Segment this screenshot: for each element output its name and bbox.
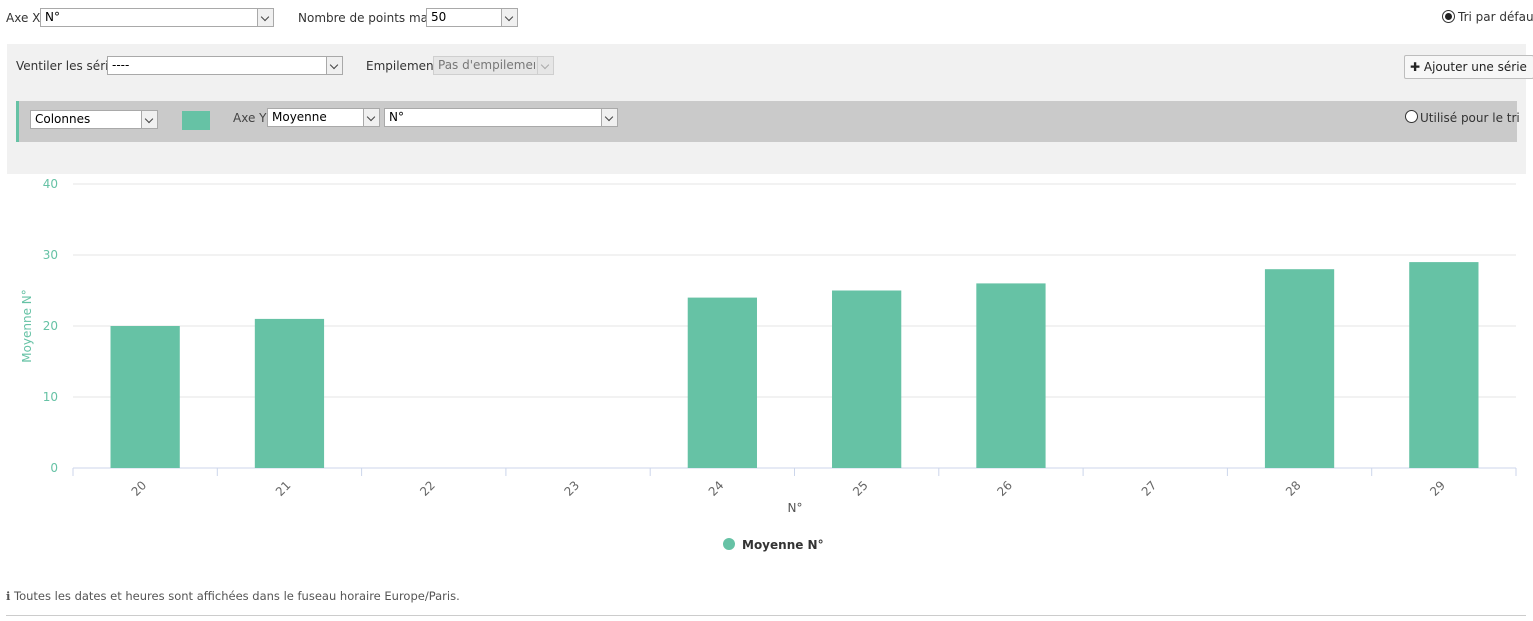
y-tick-label: 20 (43, 319, 58, 333)
x-tick-label: 26 (994, 478, 1015, 499)
bar[interactable] (110, 326, 180, 468)
plus-icon: ✚ (1410, 60, 1421, 74)
bar[interactable] (832, 290, 902, 469)
y-tick-label: 40 (43, 177, 58, 191)
chevron-down-icon (601, 109, 617, 126)
y-tick-label: 0 (50, 461, 58, 475)
aggregate-value: Moyenne (272, 110, 327, 124)
chevron-down-icon (537, 57, 553, 74)
sort-label: Utilisé pour le tri (1420, 111, 1520, 125)
x-axis-title: N° (788, 501, 803, 515)
stacking-label: Empilement (366, 59, 439, 73)
x-tick-label: 22 (417, 478, 438, 499)
split-series-value: ---- (112, 58, 130, 72)
bar-chart: 0 10 20 30 40 20 21 22 23 24 25 26 27 28 29 Moyenne N… (20, 177, 1517, 552)
default-sort-label: Tri par défaut (1458, 10, 1533, 24)
legend-marker[interactable] (723, 538, 735, 550)
divider (6, 615, 1526, 616)
x-tick-label: 28 (1283, 478, 1304, 499)
x-tick-label: 29 (1427, 478, 1448, 499)
axe-x-value: N° (45, 10, 60, 24)
y-tick-label: 10 (43, 390, 58, 404)
add-series-button[interactable]: ✚ Ajouter une série (1404, 55, 1533, 79)
y-field-value: N° (389, 110, 404, 124)
x-tick-label: 25 (850, 478, 871, 499)
timezone-note: ℹ Toutes les dates et heures sont affich… (6, 589, 460, 603)
info-icon: ℹ (6, 589, 11, 603)
sort-radio[interactable] (1405, 110, 1418, 123)
chevron-down-icon (501, 9, 517, 26)
bar[interactable] (1264, 269, 1335, 468)
stacking-value: Pas d'empilement (438, 58, 535, 72)
chevron-down-icon (141, 111, 157, 128)
legend-item-label[interactable]: Moyenne N° (742, 538, 824, 552)
chart-type-select[interactable]: Colonnes (30, 110, 158, 129)
x-tick-label: 21 (273, 478, 294, 499)
split-series-select[interactable]: ---- (107, 56, 343, 75)
max-points-label: Nombre de points max. (298, 11, 439, 25)
stacking-select[interactable]: Pas d'empilement (433, 56, 554, 75)
chevron-down-icon (363, 109, 379, 126)
bar[interactable] (254, 318, 325, 468)
y-axis-title: Moyenne N° (20, 289, 34, 363)
axe-x-select[interactable]: N° (40, 8, 274, 27)
y-tick-label: 30 (43, 248, 58, 262)
x-tick-label: 23 (561, 478, 582, 499)
max-points-value: 50 (431, 10, 447, 24)
x-axis-ticks: 20 21 22 23 24 25 26 27 28 29 (72, 468, 1517, 499)
x-tick-label: 27 (1139, 478, 1160, 499)
chart-type-value: Colonnes (35, 112, 91, 126)
x-tick-label: 24 (706, 478, 727, 499)
axe-y-label: Axe Y (233, 111, 267, 125)
chevron-down-icon (257, 9, 273, 26)
bar[interactable] (1409, 262, 1479, 468)
aggregate-select[interactable]: Moyenne (267, 108, 380, 127)
bar[interactable] (976, 283, 1046, 468)
add-series-label: Ajouter une série (1423, 60, 1527, 74)
y-field-select[interactable]: N° (384, 108, 618, 127)
bar[interactable] (687, 297, 757, 468)
bars (110, 262, 1479, 469)
x-tick-label: 20 (129, 478, 150, 499)
chevron-down-icon (326, 57, 342, 74)
default-sort-radio[interactable] (1442, 10, 1455, 23)
timezone-note-text: Toutes les dates et heures sont affichée… (14, 589, 460, 603)
series-color-swatch[interactable] (182, 111, 210, 130)
axe-x-label: Axe X (6, 11, 41, 25)
y-axis-ticks: 0 10 20 30 40 (43, 177, 58, 475)
max-points-select[interactable]: 50 (426, 8, 518, 27)
